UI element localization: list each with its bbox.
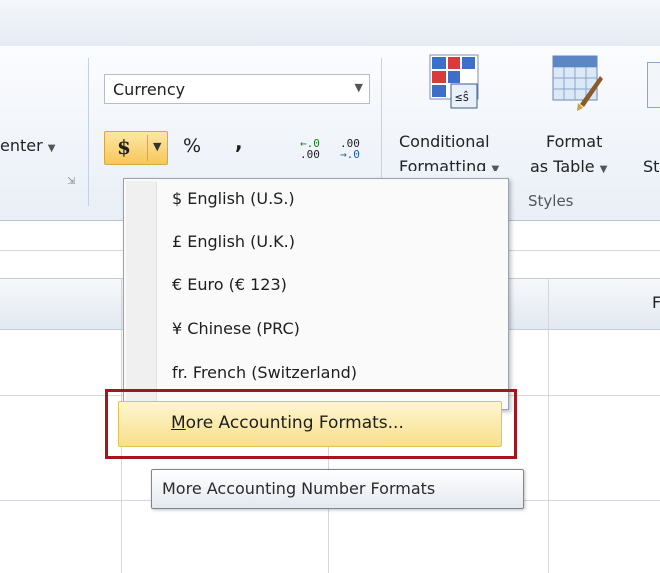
decrease-decimal-button[interactable]: .00 →.0 xyxy=(340,138,360,160)
dollar-icon: $ xyxy=(117,135,131,159)
conditional-formatting-label: Conditional xyxy=(399,132,490,151)
merge-center-button[interactable]: enter ▼ xyxy=(0,136,55,155)
more-accounting-formats-label: More Accounting Formats... xyxy=(171,413,404,433)
cell-styles-button[interactable]: St xyxy=(643,54,660,184)
styles-group-label: Styles xyxy=(528,192,574,210)
comma-icon: , xyxy=(235,130,243,154)
menu-item-chinese-prc[interactable]: ¥ Chinese (PRC) xyxy=(172,319,300,338)
split-divider xyxy=(147,135,148,161)
number-format-value: Currency xyxy=(113,80,186,99)
conditional-formatting-icon: ≤ŝ xyxy=(429,54,479,109)
percent-style-button[interactable]: % xyxy=(183,135,201,157)
accounting-format-menu: $ English (U.S.) £ English (U.K.) € Euro… xyxy=(123,178,509,410)
grid-column-line xyxy=(548,278,549,573)
svg-text:≤ŝ: ≤ŝ xyxy=(455,90,469,104)
more-accounting-formats-menu-item[interactable]: More Accounting Formats... xyxy=(118,401,502,447)
menu-item-english-us[interactable]: $ English (U.S.) xyxy=(172,189,295,208)
format-as-table-label: Format xyxy=(546,132,603,151)
comma-style-button[interactable]: , xyxy=(235,130,243,154)
accounting-number-format-button[interactable]: $ ▼ xyxy=(104,131,168,165)
dialog-launcher-icon[interactable]: ⇲ xyxy=(67,176,75,187)
menu-item-euro[interactable]: € Euro (€ 123) xyxy=(172,275,287,294)
number-format-select[interactable]: Currency ▼ xyxy=(104,74,370,104)
dropdown-arrow-icon[interactable]: ▼ xyxy=(153,140,161,153)
chevron-down-icon: ▼ xyxy=(354,81,363,94)
group-separator xyxy=(88,58,89,206)
format-as-table-label-line2: as Table ▼ xyxy=(530,157,608,176)
dropdown-arrow-icon: ▼ xyxy=(47,143,56,154)
cell-styles-icon xyxy=(647,62,660,108)
increase-decimal-button[interactable]: ←.0 .00 xyxy=(300,138,320,160)
percent-icon: % xyxy=(183,135,202,157)
format-as-table-button[interactable]: Format as Table ▼ xyxy=(526,54,638,184)
ribbon-tab-strip xyxy=(0,0,660,46)
menu-item-english-uk[interactable]: £ English (U.K.) xyxy=(172,232,295,251)
conditional-formatting-button[interactable]: ≤ŝ Conditional Formatting ▼ xyxy=(391,54,521,184)
conditional-formatting-label-line2: Formatting ▼ xyxy=(399,157,500,171)
column-header-f[interactable]: F xyxy=(652,293,660,312)
format-as-table-icon xyxy=(552,55,603,111)
tooltip: More Accounting Number Formats xyxy=(151,469,524,509)
cell-styles-label: St xyxy=(643,157,660,176)
tooltip-text: More Accounting Number Formats xyxy=(162,479,436,498)
menu-icon-gutter xyxy=(126,181,157,407)
merge-center-label: enter xyxy=(0,136,43,155)
menu-item-french-switzerland[interactable]: fr. French (Switzerland) xyxy=(172,363,357,382)
